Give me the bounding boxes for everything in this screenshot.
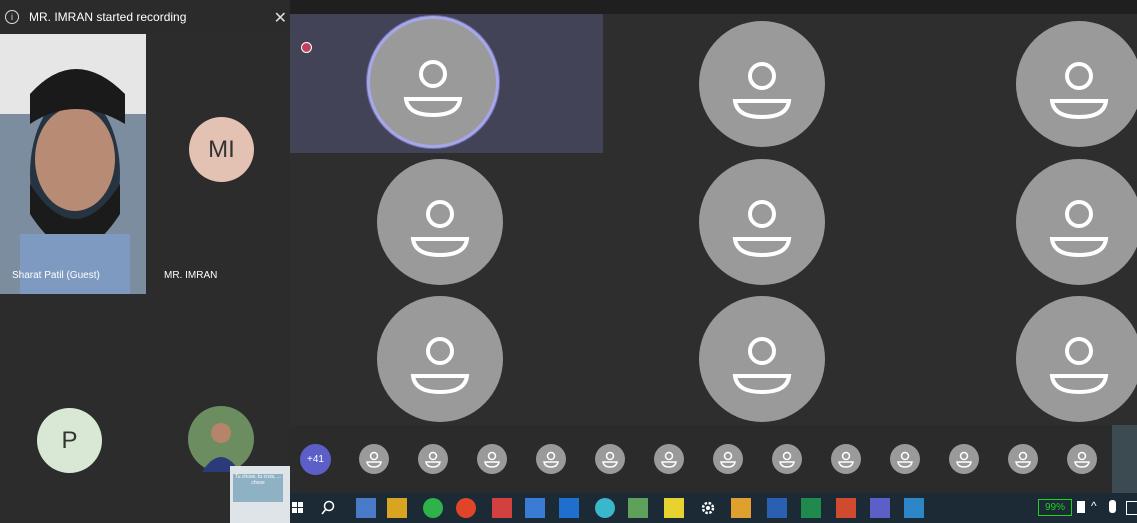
person-icon <box>732 62 792 120</box>
chrome-icon[interactable] <box>456 498 476 518</box>
person-icon <box>1015 451 1031 468</box>
grid-tile[interactable] <box>290 153 603 290</box>
person-icon <box>543 451 559 468</box>
small-avatar[interactable] <box>1008 444 1038 474</box>
avatar-placeholder <box>699 21 825 147</box>
small-avatar[interactable] <box>359 444 389 474</box>
small-avatar[interactable] <box>772 444 802 474</box>
participant-tile-imran[interactable]: MI MR. IMRAN <box>146 34 290 294</box>
calculator-app-icon[interactable] <box>356 498 376 518</box>
settings-gear-icon[interactable] <box>698 498 718 518</box>
recording-indicator-icon <box>301 42 312 53</box>
grid-tile[interactable] <box>603 14 920 153</box>
photos-icon[interactable] <box>904 498 924 518</box>
participant-name: MR. IMRAN <box>164 270 218 281</box>
small-avatar[interactable] <box>890 444 920 474</box>
video-tile-sharat[interactable]: Sharat Patil (Guest) <box>0 34 146 294</box>
notes-app-icon[interactable] <box>628 498 648 518</box>
powerpoint-icon[interactable] <box>836 498 856 518</box>
avatar-placeholder <box>1016 159 1137 285</box>
more-participants-button[interactable]: +41 <box>300 444 331 475</box>
grid-tile[interactable] <box>603 290 920 425</box>
person-icon <box>956 451 972 468</box>
word-icon[interactable] <box>767 498 787 518</box>
participant-name: Sharat Patil (Guest) <box>12 270 100 281</box>
avatar-placeholder <box>1016 21 1137 147</box>
screen-share-thumbnail[interactable]: Tu chose, tu crois, ... chose <box>230 466 290 523</box>
chevron-up-icon[interactable]: ^ <box>1091 499 1097 513</box>
person-icon <box>897 451 913 468</box>
avatar-placeholder <box>699 296 825 422</box>
small-avatar[interactable] <box>654 444 684 474</box>
person-icon <box>720 451 736 468</box>
power-plug-icon <box>1077 501 1085 513</box>
small-avatar[interactable] <box>536 444 566 474</box>
person-icon <box>1049 337 1109 395</box>
person-icon <box>661 451 677 468</box>
avatar-placeholder <box>699 159 825 285</box>
grid-tile[interactable] <box>290 290 603 425</box>
grid-tile[interactable] <box>920 290 1137 425</box>
person-icon <box>366 451 382 468</box>
avatar-photo <box>188 406 254 472</box>
notification-text: MR. IMRAN started recording <box>29 10 187 24</box>
teams-icon[interactable] <box>870 498 890 518</box>
file-explorer-icon[interactable] <box>387 498 407 518</box>
person-icon <box>410 200 470 258</box>
small-avatar[interactable] <box>713 444 743 474</box>
info-icon: i <box>5 10 19 24</box>
grid-tile-active[interactable] <box>290 14 603 153</box>
participant-strip: +41 <box>290 425 1112 493</box>
person-icon <box>732 200 792 258</box>
grid-tile[interactable] <box>920 14 1137 153</box>
recording-notification: i MR. IMRAN started recording ✕ <box>0 0 290 34</box>
search-icon[interactable] <box>318 498 338 518</box>
avatar-placeholder <box>1016 296 1137 422</box>
avatar-p: P <box>37 408 102 473</box>
content-share-preview[interactable] <box>1112 425 1137 493</box>
avatar-imran: MI <box>189 117 254 182</box>
slack-icon[interactable] <box>595 498 615 518</box>
avatar-placeholder <box>370 19 496 145</box>
person-icon <box>1049 200 1109 258</box>
security-app-icon[interactable] <box>492 498 512 518</box>
network-icon[interactable] <box>1126 501 1137 515</box>
participant-tile-p[interactable]: P <box>0 294 146 523</box>
person-icon <box>484 451 500 468</box>
video-grid <box>290 14 1137 425</box>
microphone-icon[interactable] <box>1109 500 1116 513</box>
excel-icon[interactable] <box>801 498 821 518</box>
person-icon <box>732 337 792 395</box>
close-icon[interactable]: ✕ <box>274 8 287 28</box>
person-icon <box>425 451 441 468</box>
small-avatar[interactable] <box>831 444 861 474</box>
grid-tile[interactable] <box>920 153 1137 290</box>
screen-app-icon[interactable] <box>559 498 579 518</box>
small-avatar[interactable] <box>418 444 448 474</box>
small-avatar[interactable] <box>949 444 979 474</box>
sticky-notes-icon[interactable] <box>664 498 684 518</box>
windows-taskbar: 99% ^ <box>290 493 1137 523</box>
avatar-placeholder <box>377 296 503 422</box>
person-icon <box>779 451 795 468</box>
person-icon <box>1074 451 1090 468</box>
network-app-icon[interactable] <box>525 498 545 518</box>
thumbnail-text: Tu chose, tu crois, ... chose <box>233 474 283 502</box>
small-avatar[interactable] <box>477 444 507 474</box>
pinned-app-icon[interactable] <box>731 498 751 518</box>
participant-tile-photo[interactable]: Tu chose, tu crois, ... chose <box>146 294 290 523</box>
avatar-placeholder <box>377 159 503 285</box>
grid-tile[interactable] <box>603 153 920 290</box>
battery-indicator[interactable]: 99% <box>1038 499 1072 516</box>
whatsapp-icon[interactable] <box>423 498 443 518</box>
small-avatar[interactable] <box>595 444 625 474</box>
person-icon <box>602 451 618 468</box>
person-icon <box>403 60 463 118</box>
windows-start-icon[interactable] <box>288 498 308 518</box>
person-icon <box>838 451 854 468</box>
camera-feed-image <box>0 34 146 294</box>
person-icon <box>410 337 470 395</box>
small-avatar[interactable] <box>1067 444 1097 474</box>
person-icon <box>1049 62 1109 120</box>
